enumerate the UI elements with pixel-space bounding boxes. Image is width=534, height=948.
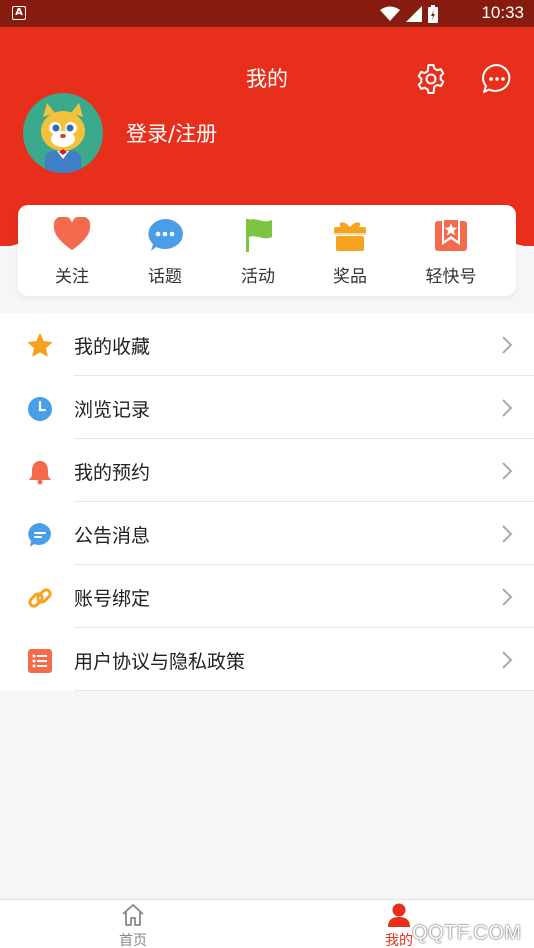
menu-item-privacy-policy[interactable]: 用户协议与隐私政策 (0, 628, 534, 691)
cat-mascot-icon (41, 103, 85, 173)
flag-icon (246, 219, 272, 252)
person-icon (388, 903, 410, 927)
quick-action-prizes[interactable]: 奖品 (305, 217, 395, 287)
menu-item-announcements[interactable]: 公告消息 (0, 502, 534, 565)
menu-item-history[interactable]: 浏览记录 (0, 376, 534, 439)
menu-item-favorites[interactable]: 我的收藏 (0, 313, 534, 376)
bell-icon (29, 461, 51, 485)
chevron-right-icon (502, 588, 513, 606)
menu-item-label: 我的收藏 (74, 336, 151, 358)
menu-item-label: 账号绑定 (74, 588, 151, 610)
battery-icon (428, 5, 438, 23)
quick-action-events[interactable]: 活动 (213, 217, 303, 287)
chevron-right-icon (502, 525, 513, 543)
status-bar: A 10:33 (0, 0, 534, 27)
app-notification-icon: A (12, 6, 26, 20)
quick-actions-card: 关注 话题 活动 奖品 轻快号 (18, 205, 516, 296)
star-icon (28, 333, 52, 357)
menu-item-label: 我的预约 (74, 462, 151, 484)
tab-label: 首页 (119, 933, 147, 948)
clock-time: 10:33 (481, 3, 524, 22)
quick-action-label: 活动 (241, 267, 275, 287)
menu-item-label: 公告消息 (74, 525, 151, 547)
avatar[interactable] (23, 93, 103, 173)
message-icon (28, 523, 51, 547)
page-title: 我的 (246, 67, 288, 91)
menu-item-label: 用户协议与隐私政策 (74, 651, 246, 673)
chevron-right-icon (502, 651, 513, 669)
menu-item-label: 浏览记录 (74, 399, 151, 421)
message-bubble-icon[interactable] (481, 63, 513, 95)
settings-gear-icon[interactable] (415, 63, 447, 95)
quick-action-label: 关注 (55, 267, 89, 287)
chat-bubble-icon (148, 219, 183, 251)
clock-icon (28, 397, 52, 421)
quick-action-topics[interactable]: 话题 (120, 217, 210, 287)
chevron-right-icon (502, 399, 513, 417)
quick-action-label: 轻快号 (425, 267, 477, 287)
watermark: QQTF.COM (412, 922, 522, 944)
gift-icon (334, 222, 366, 251)
list-icon (28, 649, 52, 673)
heart-icon (53, 217, 91, 250)
quick-action-label: 话题 (148, 267, 182, 287)
login-register-link[interactable]: 登录/注册 (126, 118, 217, 148)
wifi-icon (380, 6, 400, 21)
chevron-right-icon (502, 336, 513, 354)
tab-home[interactable]: 首页 (88, 902, 178, 948)
menu-item-reservations[interactable]: 我的预约 (0, 439, 534, 502)
menu-item-account-binding[interactable]: 账号绑定 (0, 565, 534, 628)
quick-action-follow[interactable]: 关注 (27, 217, 117, 287)
quick-action-label: 奖品 (333, 267, 367, 287)
quick-action-qkh[interactable]: 轻快号 (406, 217, 496, 287)
settings-menu: 我的收藏 浏览记录 我的预约 公告消息 账号绑定 用户协议与隐私政策 (0, 313, 534, 691)
home-icon (122, 904, 144, 926)
bookmark-star-icon (435, 218, 467, 251)
chevron-right-icon (502, 462, 513, 480)
signal-icon (406, 6, 422, 22)
link-icon (28, 588, 52, 608)
